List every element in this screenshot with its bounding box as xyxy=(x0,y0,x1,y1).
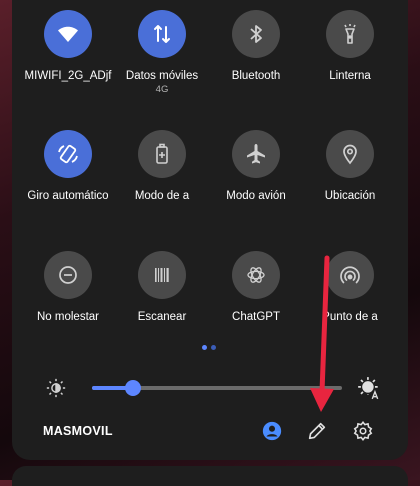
carrier-name: MASMOVIL xyxy=(43,424,113,438)
mobile-data-icon xyxy=(138,10,186,58)
tile-label: No molestar xyxy=(37,311,99,323)
tile-label: ChatGPT xyxy=(232,311,280,323)
tile-scan[interactable]: Escanear xyxy=(114,251,210,323)
flashlight-icon xyxy=(326,10,374,58)
page-dot xyxy=(211,345,216,350)
wifi-icon xyxy=(44,10,92,58)
tile-label: Punto de a xyxy=(322,311,378,323)
tile-label: Escanear xyxy=(137,311,187,323)
scan-icon xyxy=(138,251,186,299)
tile-label: Bluetooth xyxy=(231,70,281,82)
notification-card xyxy=(12,466,408,486)
user-account-icon[interactable] xyxy=(261,420,283,442)
tile-airplane-mode[interactable]: Modo avión xyxy=(208,130,304,202)
tile-wifi[interactable]: MIWIFI_2G_ADjf xyxy=(20,10,116,82)
battery-saver-icon xyxy=(138,130,186,178)
tile-label: Linterna xyxy=(329,70,371,82)
settings-gear-icon[interactable] xyxy=(352,420,374,442)
tile-chatgpt[interactable]: ChatGPT xyxy=(208,251,304,323)
slider-thumb[interactable] xyxy=(124,380,141,396)
tile-do-not-disturb[interactable]: No molestar xyxy=(20,251,116,323)
tile-sublabel: 4G xyxy=(155,84,169,95)
tile-label: Modo avión xyxy=(226,190,286,202)
do-not-disturb-icon xyxy=(44,251,92,299)
tile-label: Ubicación xyxy=(324,190,376,202)
tile-hotspot[interactable]: Punto de a xyxy=(302,251,398,323)
tile-label: Giro automático xyxy=(27,190,109,202)
tile-label: Datos móviles xyxy=(125,70,199,82)
auto-brightness-icon[interactable] xyxy=(356,375,382,401)
auto-rotate-icon xyxy=(44,130,92,178)
brightness-low-icon xyxy=(46,378,66,398)
page-indicator xyxy=(202,345,216,350)
page-dot xyxy=(202,345,207,350)
airplane-icon xyxy=(232,130,280,178)
tile-auto-rotate[interactable]: Giro automático xyxy=(20,130,116,202)
edit-pencil-icon[interactable] xyxy=(306,420,328,442)
bluetooth-icon xyxy=(232,10,280,58)
tile-mobile-data[interactable]: Datos móviles 4G xyxy=(114,10,210,95)
chatgpt-icon xyxy=(232,251,280,299)
hotspot-icon xyxy=(326,251,374,299)
tile-location[interactable]: Ubicación xyxy=(302,130,398,202)
tile-label: Modo de a xyxy=(134,190,190,202)
tile-battery-saver[interactable]: Modo de a xyxy=(114,130,210,202)
brightness-slider[interactable] xyxy=(92,380,342,396)
location-icon xyxy=(326,130,374,178)
tile-label: MIWIFI_2G_ADjf xyxy=(24,70,112,82)
tile-flashlight[interactable]: Linterna xyxy=(302,10,398,82)
tile-bluetooth[interactable]: Bluetooth xyxy=(208,10,304,82)
